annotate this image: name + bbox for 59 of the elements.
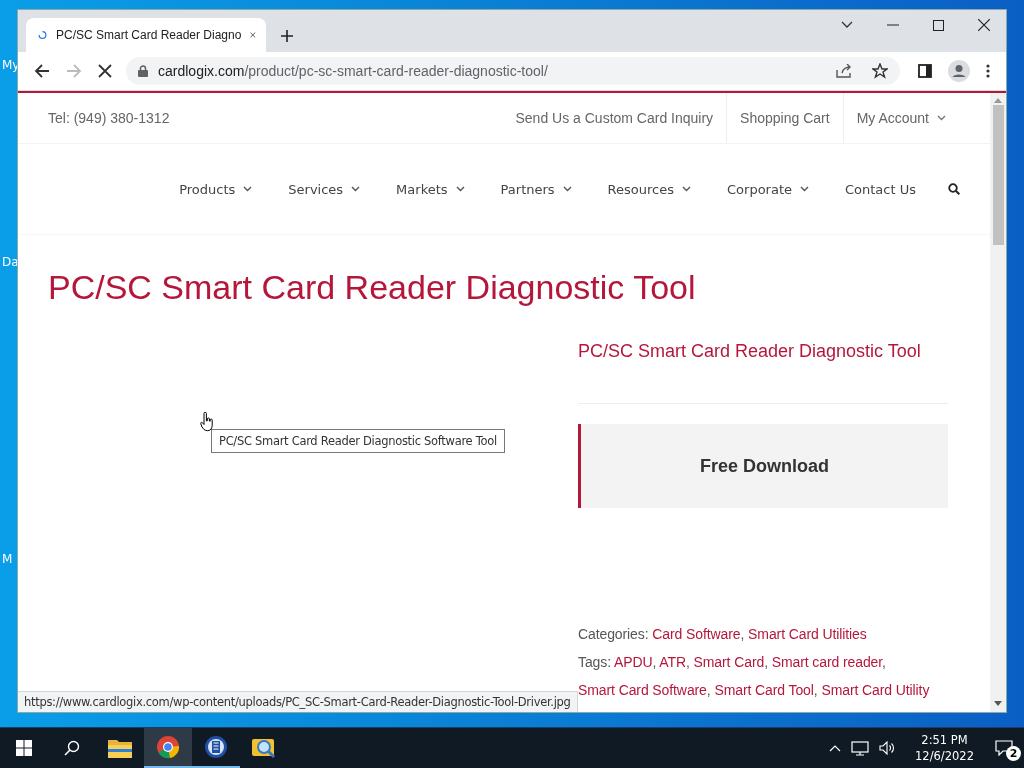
nav-link[interactable]: Partners [482, 181, 590, 197]
taxonomy-link[interactable]: Smart card reader [771, 654, 883, 670]
header-link[interactable]: My Account [842, 93, 960, 143]
search-icon [64, 740, 80, 756]
categories-text: Categories: Card Software, Smart Card Utilities [578, 625, 868, 644]
speaker-icon[interactable] [879, 741, 896, 755]
notification-badge: 2 [1006, 746, 1021, 761]
taskbar-clock[interactable]: 2:51 PM 12/6/2022 [915, 732, 974, 764]
share-icon[interactable] [836, 64, 852, 78]
card-reader-app-icon [204, 735, 228, 759]
product-name: PC/SC Smart Card Reader Diagnostic Tool [578, 339, 948, 404]
new-tab-icon[interactable] [280, 29, 294, 43]
address-bar[interactable]: cardlogix.com/product/pc-sc-smart-card-reader-diagnostic-tool/ [126, 57, 900, 85]
clock-date: 12/6/2022 [915, 748, 974, 764]
scrollbar[interactable] [990, 93, 1006, 712]
side-panel-icon[interactable] [918, 64, 932, 78]
star-icon[interactable] [872, 63, 888, 79]
chevron-down-icon[interactable] [841, 21, 853, 29]
taxonomy-link[interactable]: Smart Card Software [578, 682, 707, 698]
taskbar-app[interactable] [144, 728, 192, 768]
browser-icon [156, 735, 180, 759]
windows-logo-icon [16, 740, 32, 756]
stop-icon[interactable] [98, 64, 112, 78]
url-text: cardlogix.com/product/pc-sc-smart-card-reader-diagnostic-tool/ [158, 63, 549, 79]
profile-avatar-icon[interactable] [948, 60, 970, 82]
nav-link[interactable]: Services [270, 181, 379, 197]
nav-link[interactable]: Markets [378, 181, 483, 197]
back-arrow-icon[interactable] [34, 63, 50, 79]
image-tooltip: PC/SC Smart Card Reader Diagnostic Software Tool [211, 429, 505, 453]
page-title: PC/SC Smart Card Reader Diagnostic Tool [48, 267, 697, 307]
status-url-bubble: https://www.cardlogix.com/wp-content/uploads/PC_SC-Smart-Card-Reader-Diagnostic-Tool-Driver.jpg [18, 691, 578, 712]
nav-link[interactable]: Products [161, 181, 271, 197]
tags-text: Tags: APDU, ATR, Smart Card, Smart card reader, Smart Card Software, Smart Card Tool, Smart Card Utility [578, 653, 931, 700]
browser-tab[interactable]: PC/SC Smart Card Reader Diagno [26, 18, 266, 52]
scrollbar-thumb[interactable] [992, 105, 1004, 245]
notification-button[interactable]: 2 [984, 728, 1024, 768]
maximize-icon[interactable] [933, 19, 944, 31]
header-link[interactable]: Shopping Cart [726, 93, 843, 143]
menu-icon[interactable] [986, 64, 990, 78]
taxonomy-link[interactable]: Smart Card Utility [821, 682, 930, 698]
folder-icon [108, 738, 132, 758]
hand-cursor-icon [200, 412, 214, 432]
taxonomy-link[interactable]: ATR [659, 654, 686, 670]
clock-time: 2:51 PM [921, 732, 968, 748]
free-download-button[interactable]: Free Download [578, 424, 948, 508]
phone-number: Tel: (949) 380-1312 [48, 110, 171, 126]
caret-up-icon[interactable] [829, 744, 842, 752]
nav-link[interactable]: Corporate [709, 181, 827, 197]
magnifier-app-icon [251, 736, 277, 760]
header-link[interactable]: Send Us a Custom Card Inquiry [502, 93, 727, 143]
taxonomy-link[interactable]: Smart Card Tool [714, 682, 814, 698]
nav-link[interactable]: Contact Us [827, 181, 934, 197]
nav-link[interactable]: Resources [589, 181, 709, 197]
scroll-down-icon[interactable] [994, 701, 1002, 707]
lock-icon [138, 65, 148, 77]
close-icon[interactable] [978, 19, 990, 31]
network-icon[interactable] [851, 740, 870, 756]
taxonomy-link[interactable]: Smart Card Utilities [748, 626, 867, 642]
search-icon[interactable] [948, 183, 960, 195]
